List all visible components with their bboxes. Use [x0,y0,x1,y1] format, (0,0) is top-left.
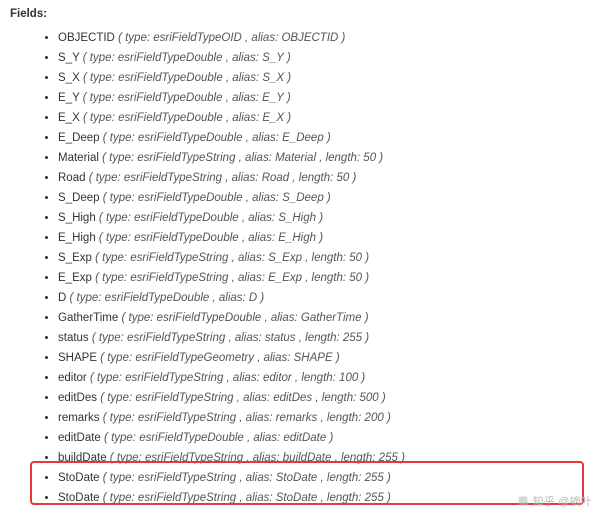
field-name: status [58,332,89,344]
field-name: E_Deep [58,132,100,144]
section-heading: Fields: [10,8,590,20]
field-name: StoDate [58,472,100,484]
field-name: Road [58,172,86,184]
field-item: S_Y ( type: esriFieldTypeDouble , alias:… [58,48,590,68]
field-name: editDes [58,392,97,404]
field-name: remarks [58,412,100,424]
fields-container: Fields: OBJECTID ( type: esriFieldTypeOI… [0,0,600,515]
field-details: ( type: esriFieldTypeDouble , alias: S_Y… [83,52,291,64]
field-details: ( type: esriFieldTypeDouble , alias: S_H… [99,212,323,224]
field-details: ( type: esriFieldTypeString , alias: rem… [103,412,391,424]
field-name: S_Deep [58,192,100,204]
field-details: ( type: esriFieldTypeOID , alias: OBJECT… [118,32,345,44]
field-name: S_X [58,72,80,84]
field-name: E_Y [58,92,80,104]
field-name: E_Exp [58,272,92,284]
field-item: StoDate ( type: esriFieldTypeString , al… [58,468,590,488]
field-name: S_High [58,212,96,224]
field-name: S_Y [58,52,80,64]
field-details: ( type: esriFieldTypeString , alias: edi… [100,392,386,404]
field-details: ( type: esriFieldTypeString , alias: bui… [110,452,405,464]
field-details: ( type: esriFieldTypeString , alias: Roa… [89,172,357,184]
field-details: ( type: esriFieldTypeString , alias: Sto… [103,492,391,504]
field-item: S_Deep ( type: esriFieldTypeDouble , ali… [58,188,590,208]
watermark-text: 知乎 @摘叶 [533,493,592,509]
field-item: D ( type: esriFieldTypeDouble , alias: D… [58,288,590,308]
zhihu-icon [517,495,529,507]
field-item: editDes ( type: esriFieldTypeString , al… [58,388,590,408]
field-name: E_X [58,112,80,124]
field-details: ( type: esriFieldTypeDouble , alias: edi… [104,432,333,444]
field-item: buildDate ( type: esriFieldTypeString , … [58,448,590,468]
field-name: Material [58,152,99,164]
field-name: buildDate [58,452,107,464]
field-details: ( type: esriFieldTypeString , alias: S_E… [95,252,369,264]
field-name: OBJECTID [58,32,115,44]
field-name: GatherTime [58,312,118,324]
field-item: SHAPE ( type: esriFieldTypeGeometry , al… [58,348,590,368]
field-details: ( type: esriFieldTypeString , alias: E_E… [95,272,369,284]
field-details: ( type: esriFieldTypeDouble , alias: E_X… [83,112,291,124]
watermark: 知乎 @摘叶 [517,493,592,509]
field-item: E_High ( type: esriFieldTypeDouble , ali… [58,228,590,248]
field-name: E_High [58,232,96,244]
field-details: ( type: esriFieldTypeString , alias: Sto… [103,472,391,484]
field-item: S_X ( type: esriFieldTypeDouble , alias:… [58,68,590,88]
field-details: ( type: esriFieldTypeDouble , alias: S_X… [83,72,291,84]
field-item: remarks ( type: esriFieldTypeString , al… [58,408,590,428]
field-item: status ( type: esriFieldTypeString , ali… [58,328,590,348]
field-item: S_High ( type: esriFieldTypeDouble , ali… [58,208,590,228]
field-details: ( type: esriFieldTypeString , alias: sta… [92,332,369,344]
field-item: editor ( type: esriFieldTypeString , ali… [58,368,590,388]
field-item: E_Deep ( type: esriFieldTypeDouble , ali… [58,128,590,148]
field-item: S_Exp ( type: esriFieldTypeString , alia… [58,248,590,268]
field-details: ( type: esriFieldTypeString , alias: edi… [90,372,365,384]
field-name: editDate [58,432,101,444]
field-details: ( type: esriFieldTypeDouble , alias: D ) [70,292,265,304]
field-name: StoDate [58,492,100,504]
field-item: Material ( type: esriFieldTypeString , a… [58,148,590,168]
field-item: StoDate ( type: esriFieldTypeString , al… [58,488,590,508]
field-item: E_Exp ( type: esriFieldTypeString , alia… [58,268,590,288]
field-item: Road ( type: esriFieldTypeString , alias… [58,168,590,188]
field-name: SHAPE [58,352,97,364]
field-name: S_Exp [58,252,92,264]
field-name: editor [58,372,87,384]
fields-list: OBJECTID ( type: esriFieldTypeOID , alia… [10,28,590,508]
field-item: OBJECTID ( type: esriFieldTypeOID , alia… [58,28,590,48]
field-name: D [58,292,66,304]
field-details: ( type: esriFieldTypeDouble , alias: S_D… [103,192,331,204]
field-details: ( type: esriFieldTypeDouble , alias: E_H… [99,232,323,244]
field-item: E_Y ( type: esriFieldTypeDouble , alias:… [58,88,590,108]
field-details: ( type: esriFieldTypeString , alias: Mat… [102,152,383,164]
field-details: ( type: esriFieldTypeDouble , alias: Gat… [122,312,369,324]
field-item: E_X ( type: esriFieldTypeDouble , alias:… [58,108,590,128]
field-details: ( type: esriFieldTypeDouble , alias: E_D… [103,132,331,144]
field-item: GatherTime ( type: esriFieldTypeDouble ,… [58,308,590,328]
field-item: editDate ( type: esriFieldTypeDouble , a… [58,428,590,448]
field-details: ( type: esriFieldTypeDouble , alias: E_Y… [83,92,291,104]
field-details: ( type: esriFieldTypeGeometry , alias: S… [100,352,339,364]
